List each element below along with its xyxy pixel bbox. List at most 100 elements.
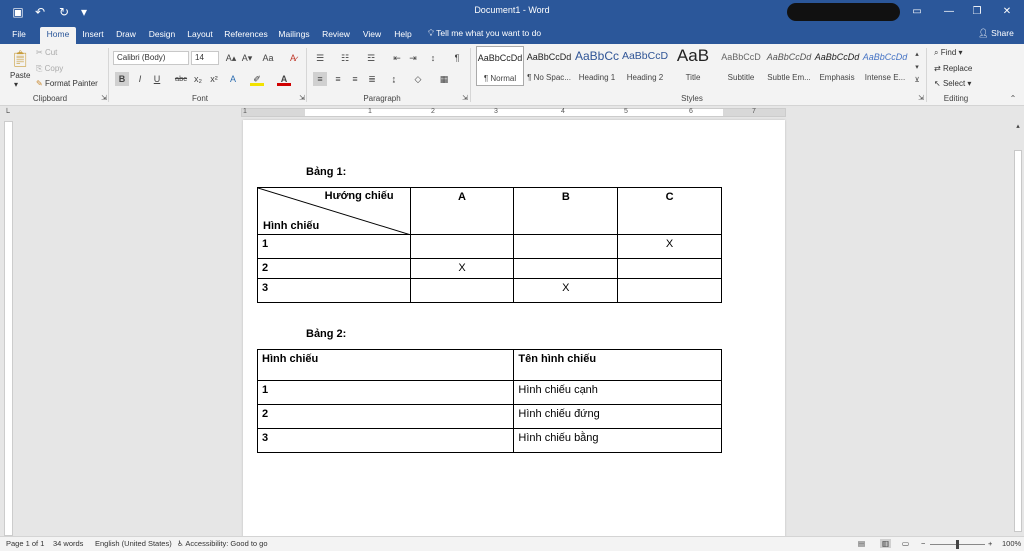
zoom-out-icon[interactable]: − <box>921 539 925 548</box>
find-button[interactable]: ⌕ Find ▾ <box>934 48 963 58</box>
line-spacing-icon[interactable]: ↨ <box>387 72 401 86</box>
multilevel-list-icon[interactable]: ☲ <box>364 51 378 65</box>
table-1[interactable]: Hướng chiếu Hình chiếu A B C 1 X 2 X 3 X <box>257 187 722 303</box>
style-emphasis[interactable]: AaBbCcDd Emphasis <box>813 46 861 86</box>
close-button[interactable]: ✕ <box>992 0 1022 24</box>
table-cell[interactable]: 2 <box>256 404 515 429</box>
diagonal-header-cell[interactable]: Hướng chiếu Hình chiếu <box>257 187 411 235</box>
style-subtitle[interactable]: AaBbCcD Subtitle <box>717 46 765 86</box>
tab-insert[interactable]: Insert <box>80 27 106 44</box>
scroll-up-icon[interactable]: ▴ <box>1011 120 1024 134</box>
show-formatting-icon[interactable]: ¶ <box>450 51 464 65</box>
table-cell[interactable]: Hình chiếu đứng <box>513 404 722 429</box>
header-cell[interactable]: C <box>617 187 722 235</box>
superscript-button[interactable]: x² <box>207 72 221 86</box>
cut-button[interactable]: ✂ Cut <box>36 48 57 57</box>
table-cell[interactable] <box>513 234 619 259</box>
maximize-button[interactable]: ❐ <box>962 0 992 24</box>
style-subtle-emphasis[interactable]: AaBbCcDd Subtle Em... <box>765 46 813 86</box>
font-name-select[interactable]: Calibri (Body) <box>113 51 189 65</box>
zoom-in-icon[interactable]: + <box>988 539 992 548</box>
replace-button[interactable]: ⇄ Replace <box>934 64 972 73</box>
grow-font-icon[interactable]: A▴ <box>224 51 238 65</box>
tell-me-search[interactable]: 💡︎ Tell me what you want to do <box>428 26 541 41</box>
row-label-cell[interactable]: 3 <box>257 278 411 303</box>
justify-icon[interactable]: ≣ <box>365 72 379 86</box>
tab-draw[interactable]: Draw <box>113 27 139 44</box>
strikethrough-button[interactable]: abc <box>172 72 190 86</box>
vertical-scrollbar[interactable]: ▴ <box>1012 120 1024 536</box>
underline-button[interactable]: U <box>150 72 164 86</box>
tab-layout[interactable]: Layout <box>186 27 214 44</box>
copy-button[interactable]: ⎘ Copy <box>36 64 63 74</box>
subscript-button[interactable]: x₂ <box>191 72 205 86</box>
table-2[interactable]: Hình chiếu Tên hình chiếu 1 Hình chiếu c… <box>256 349 722 453</box>
style-no-spacing[interactable]: AaBbCcDd ¶ No Spac... <box>525 46 573 86</box>
paste-dropdown-icon[interactable]: ▾ <box>14 80 18 89</box>
styles-more-icon[interactable]: ⊻ <box>910 74 924 88</box>
accessibility-status[interactable]: ♿︎ Accessibility: Good to go <box>177 539 268 548</box>
language-indicator[interactable]: English (United States) <box>95 539 172 548</box>
zoom-slider-thumb[interactable] <box>956 540 959 549</box>
table-cell[interactable] <box>617 278 722 303</box>
sort-icon[interactable]: ↕ <box>426 51 440 65</box>
table-cell[interactable] <box>409 234 515 259</box>
format-painter-button[interactable]: ✎ Format Painter <box>36 79 98 88</box>
tab-file[interactable]: File <box>8 27 30 44</box>
change-case-button[interactable]: Aa <box>259 51 277 65</box>
vertical-ruler[interactable] <box>4 121 13 536</box>
minimize-button[interactable]: — <box>934 0 964 24</box>
tab-design[interactable]: Design <box>148 27 176 44</box>
tab-references[interactable]: References <box>224 27 268 44</box>
italic-button[interactable]: I <box>133 72 147 86</box>
focus-mode-icon[interactable]: ▤ <box>858 539 865 548</box>
decrease-indent-icon[interactable]: ⇤ <box>390 51 404 65</box>
web-layout-icon[interactable]: ▭ <box>902 539 909 548</box>
select-button[interactable]: ↖ Select ▾ <box>934 79 971 88</box>
table-cell[interactable]: X <box>617 234 722 259</box>
print-layout-icon[interactable]: ▥ <box>880 539 892 548</box>
tab-help[interactable]: Help <box>392 27 414 44</box>
highlight-color-icon[interactable]: ✐ <box>250 72 264 86</box>
text-effects-icon[interactable]: A <box>226 72 240 86</box>
header-cell[interactable]: Tên hình chiếu <box>513 349 722 381</box>
paste-button[interactable]: Paste <box>10 71 30 80</box>
table-cell[interactable] <box>409 278 515 303</box>
paste-icon[interactable]: 📋︎ <box>10 50 30 70</box>
scrollbar-thumb[interactable] <box>1014 150 1022 532</box>
word-count[interactable]: 34 words <box>53 539 83 548</box>
style-title[interactable]: AaB Title <box>669 46 717 86</box>
row-label-cell[interactable]: 2 <box>257 258 411 279</box>
increase-indent-icon[interactable]: ⇥ <box>406 51 420 65</box>
style-heading-2[interactable]: AaBbCcD Heading 2 <box>621 46 669 86</box>
table-cell[interactable]: 3 <box>256 428 515 453</box>
header-cell[interactable]: B <box>513 187 619 235</box>
table-cell[interactable]: X <box>513 278 619 303</box>
tab-review[interactable]: Review <box>320 27 352 44</box>
header-cell[interactable]: A <box>409 187 515 235</box>
style-intense-emphasis[interactable]: AaBbCcDd Intense E... <box>861 46 909 86</box>
share-button[interactable]: 👤︎ Share <box>978 26 1014 41</box>
align-left-icon[interactable]: ≡ <box>313 72 327 86</box>
shrink-font-icon[interactable]: A▾ <box>240 51 254 65</box>
borders-icon[interactable]: ▦ <box>437 72 451 86</box>
style-normal[interactable]: AaBbCcDd ¶ Normal <box>476 46 524 86</box>
tab-mailings[interactable]: Mailings <box>276 27 312 44</box>
bold-button[interactable]: B <box>115 72 129 86</box>
page-count[interactable]: Page 1 of 1 <box>6 539 44 548</box>
font-size-select[interactable]: 14 <box>191 51 219 65</box>
row-label-cell[interactable]: 1 <box>257 234 411 259</box>
styles-scroll-down-icon[interactable]: ▾ <box>910 61 924 75</box>
table-cell[interactable]: 1 <box>256 380 515 405</box>
zoom-level[interactable]: 100% <box>1002 539 1021 548</box>
ribbon-display-icon[interactable]: ▭ <box>902 0 932 24</box>
collapse-ribbon-icon[interactable]: ⌃ <box>1006 92 1020 106</box>
font-color-icon[interactable]: A <box>277 72 291 86</box>
table-cell[interactable]: X <box>409 258 515 279</box>
horizontal-ruler[interactable]: 1 1 2 3 4 5 6 7 <box>241 108 786 117</box>
document-page[interactable]: Bảng 1: Hướng chiếu Hình chiếu A B C 1 X… <box>243 120 785 540</box>
table-cell[interactable]: Hình chiếu cạnh <box>513 380 722 405</box>
tab-view[interactable]: View <box>360 27 384 44</box>
table-cell[interactable]: Hình chiếu bằng <box>513 428 722 453</box>
bullets-icon[interactable]: ☰ <box>313 51 327 65</box>
